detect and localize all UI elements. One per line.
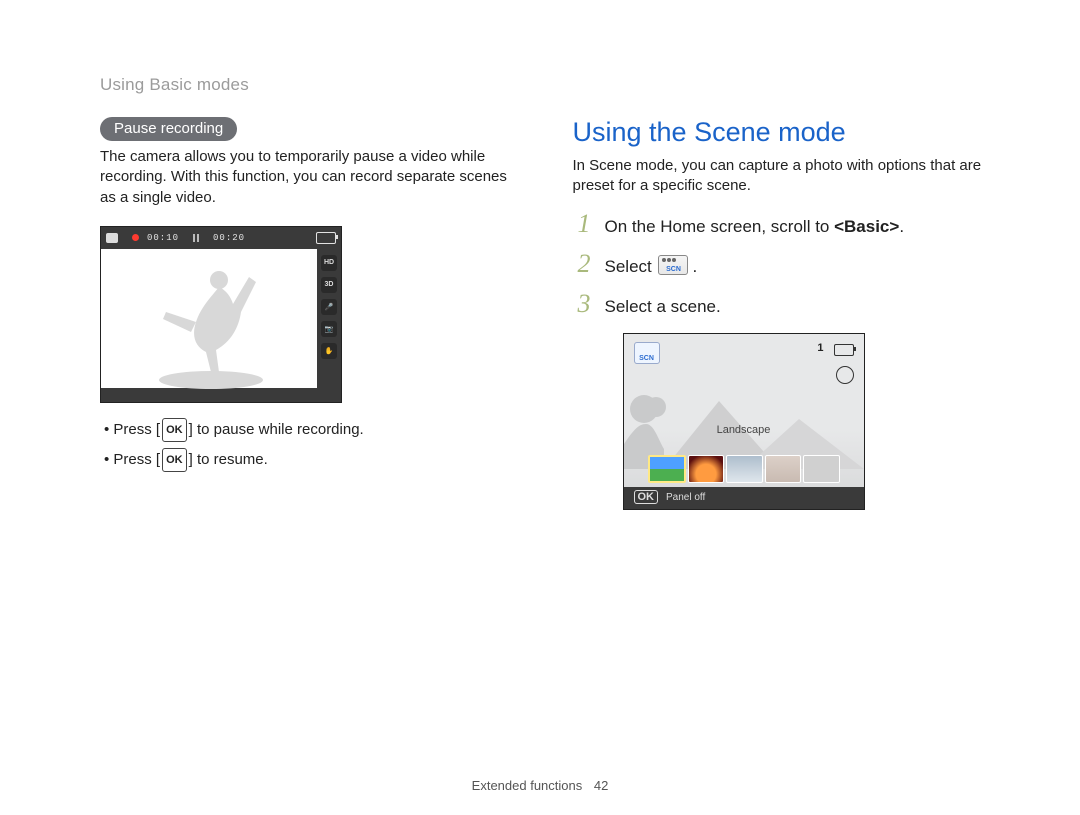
total-time: 00:20 bbox=[213, 233, 245, 243]
stabilize-icon: ✋ bbox=[321, 343, 337, 359]
ok-key-icon: OK bbox=[162, 418, 187, 442]
scene-thumb-dawn[interactable] bbox=[726, 455, 762, 483]
scene-screen-footer: OK Panel off bbox=[624, 487, 864, 509]
bullet-pause: • Press [OK] to pause while recording. bbox=[104, 415, 523, 445]
section-name: Extended functions bbox=[472, 778, 583, 793]
skater-silhouette bbox=[141, 262, 291, 392]
shot-count: 1 bbox=[817, 342, 823, 354]
ok-key-icon: OK bbox=[162, 448, 187, 472]
hd-icon: HD bbox=[321, 255, 337, 271]
step-number: 2 bbox=[573, 249, 591, 279]
rec-sidebar: HD 3D 🎤 📷 ✋ bbox=[317, 249, 341, 388]
step-3: 3 Select a scene. bbox=[573, 289, 996, 319]
mic-icon: 🎤 bbox=[321, 299, 337, 315]
scene-name-label: Landscape bbox=[624, 424, 864, 436]
page-number: 42 bbox=[594, 778, 608, 793]
page-footer: Extended functions 42 bbox=[0, 778, 1080, 793]
threed-icon: 3D bbox=[321, 277, 337, 293]
scene-thumb-portrait[interactable] bbox=[765, 455, 801, 483]
step-2: 2 Select . bbox=[573, 249, 996, 279]
battery-icon bbox=[316, 232, 336, 244]
step-number: 1 bbox=[573, 209, 591, 239]
left-column: Pause recording The camera allows you to… bbox=[100, 117, 523, 510]
elapsed-time: 00:10 bbox=[147, 233, 179, 243]
pause-recording-intro: The camera allows you to temporarily pau… bbox=[100, 147, 523, 208]
record-dot-icon bbox=[132, 234, 139, 241]
running-header: Using Basic modes bbox=[100, 75, 995, 95]
clip-icon bbox=[106, 233, 118, 243]
scn-mode-icon bbox=[634, 342, 660, 364]
battery-icon bbox=[834, 344, 854, 356]
scene-thumb-sunset[interactable] bbox=[688, 455, 724, 483]
rec-topbar: 00:10 00:20 bbox=[101, 227, 341, 249]
step-1: 1 On the Home screen, scroll to <Basic>. bbox=[573, 209, 996, 239]
scene-mode-heading: Using the Scene mode bbox=[573, 117, 996, 148]
globe-icon bbox=[836, 366, 854, 384]
scene-thumb-text[interactable] bbox=[803, 455, 839, 483]
video-recording-screenshot: 00:10 00:20 HD 3D 🎤 📷 ✋ bbox=[100, 226, 342, 403]
scene-mode-intro: In Scene mode, you can capture a photo w… bbox=[573, 156, 996, 197]
bullet-resume: • Press [OK] to resume. bbox=[104, 445, 523, 475]
step-number: 3 bbox=[573, 289, 591, 319]
scene-thumbnails bbox=[648, 455, 840, 483]
right-column: Using the Scene mode In Scene mode, you … bbox=[573, 117, 996, 510]
camera-icon: 📷 bbox=[321, 321, 337, 337]
pause-recording-heading: Pause recording bbox=[100, 117, 237, 141]
scene-selection-screenshot: 1 Landscape bbox=[623, 333, 865, 510]
ok-key-icon: OK bbox=[634, 490, 659, 504]
scn-mode-icon bbox=[658, 255, 688, 275]
scene-thumb-landscape[interactable] bbox=[648, 455, 686, 483]
pause-bars-icon bbox=[193, 234, 199, 242]
panel-off-label: Panel off bbox=[666, 492, 705, 503]
